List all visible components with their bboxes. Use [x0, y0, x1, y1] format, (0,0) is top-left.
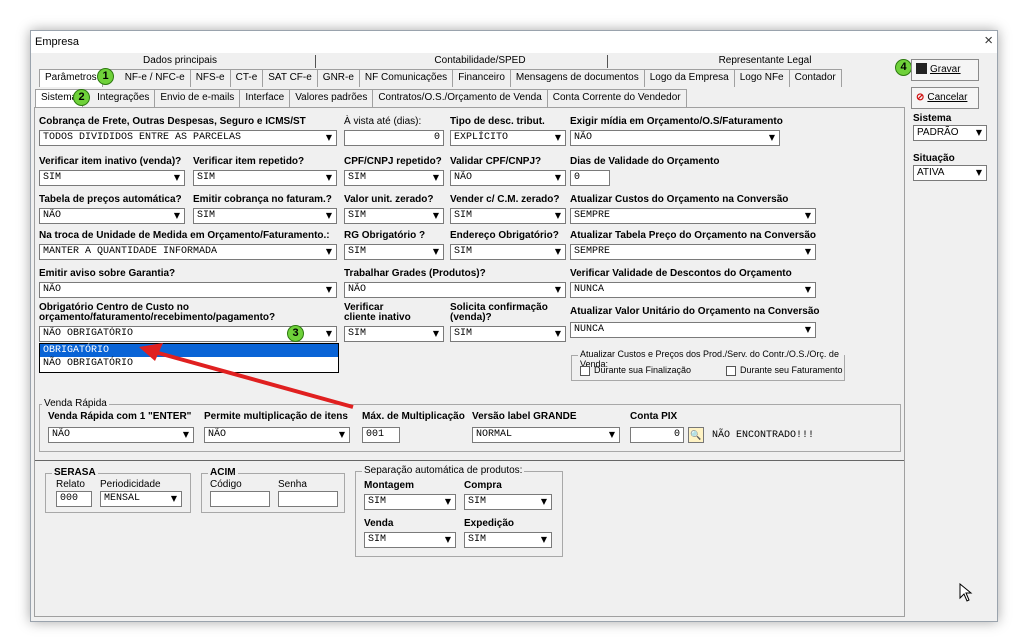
gravar-button[interactable]: Gravar — [911, 59, 979, 81]
mouse-cursor-icon — [959, 583, 973, 602]
cancelar-button[interactable]: ⊘ Cancelar — [911, 87, 979, 109]
chevron-down-icon[interactable]: ▼ — [972, 126, 986, 140]
empresa-window: Empresa × Dados principais Contabilidade… — [30, 30, 998, 622]
chevron-down-icon[interactable]: ▼ — [972, 166, 986, 180]
label-situacao: Situação — [913, 153, 955, 164]
badge-4: 4 — [895, 59, 912, 76]
arrow-line — [150, 349, 354, 409]
label-sistema: Sistema — [913, 113, 952, 124]
save-icon — [916, 63, 927, 74]
combo-situacao[interactable]: ATIVA ▼ — [913, 165, 987, 181]
cancel-icon: ⊘ — [916, 92, 925, 103]
combo-sistema[interactable]: PADRÃO ▼ — [913, 125, 987, 141]
annotation-arrow — [139, 343, 354, 409]
